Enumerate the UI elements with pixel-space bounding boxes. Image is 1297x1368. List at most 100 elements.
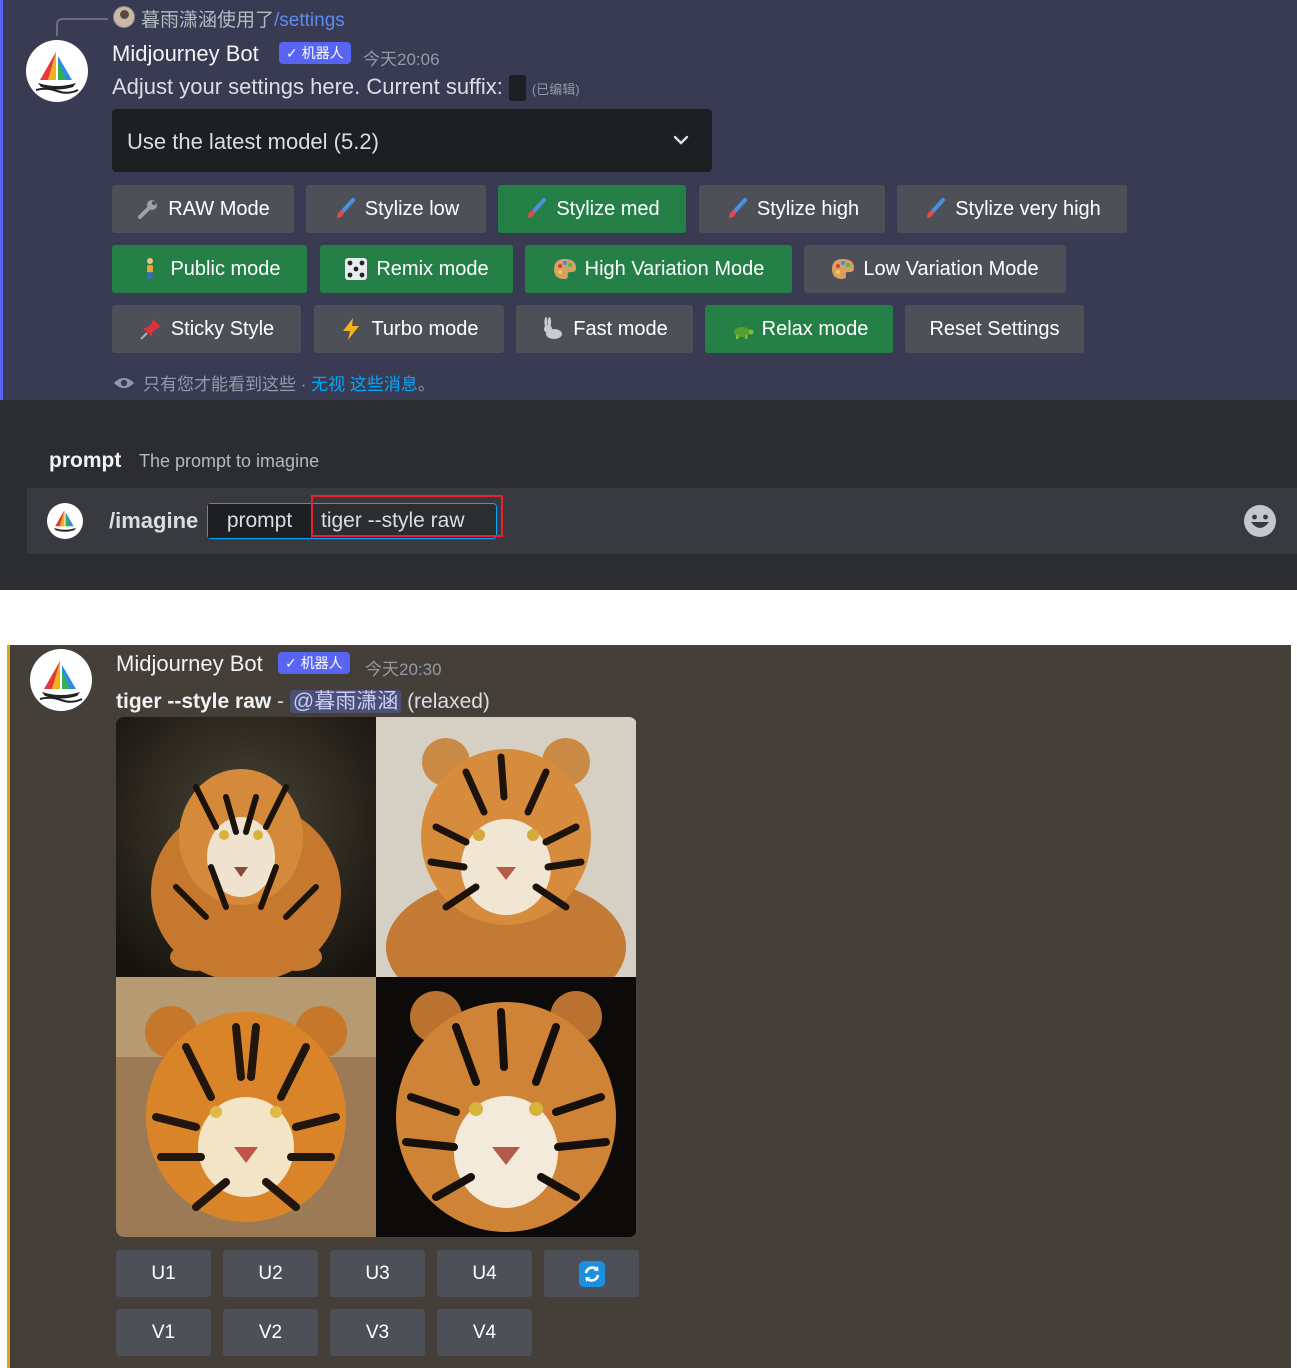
emoji-picker-icon[interactable] bbox=[1243, 504, 1277, 538]
midjourney-logo-icon bbox=[53, 509, 77, 532]
edited-label: (已编辑) bbox=[531, 82, 580, 97]
tiger-image-4[interactable] bbox=[376, 977, 636, 1237]
bot-avatar[interactable] bbox=[26, 40, 88, 102]
paintbrush-icon bbox=[923, 197, 947, 221]
message-timestamp: 今天20:06 bbox=[363, 50, 440, 69]
tiger-image-3[interactable] bbox=[116, 977, 376, 1237]
stylize-low-label: Stylize low bbox=[364, 197, 460, 220]
low-variation-label: Low Variation Mode bbox=[863, 257, 1039, 280]
stylize-med-label: Stylize med bbox=[556, 197, 660, 220]
prompt-line: tiger --style raw - @暮雨潇涵 (relaxed) bbox=[116, 685, 490, 715]
sticky-style-button[interactable]: Sticky Style bbox=[112, 305, 301, 353]
stylize-very-high-label: Stylize very high bbox=[955, 197, 1101, 220]
slash-command-name: /imagine bbox=[109, 508, 199, 533]
upscale-2-button[interactable]: U2 bbox=[223, 1250, 318, 1297]
midjourney-logo-icon bbox=[39, 661, 83, 703]
option-name: prompt bbox=[49, 449, 122, 472]
sticky-style-label: Sticky Style bbox=[170, 317, 275, 340]
prompt-text: tiger --style raw bbox=[116, 690, 272, 713]
upscale-3-button[interactable]: U3 bbox=[330, 1250, 425, 1297]
fast-mode-label: Fast mode bbox=[573, 317, 668, 340]
public-mode-button[interactable]: Public mode bbox=[112, 245, 307, 293]
upscale-1-button[interactable]: U1 bbox=[116, 1250, 211, 1297]
raw-mode-label: RAW Mode bbox=[168, 197, 270, 220]
pushpin-icon bbox=[139, 317, 163, 341]
result-message: Midjourney Bot ✓ 机器人 今天20:30 tiger --sty… bbox=[7, 645, 1291, 1368]
eye-icon bbox=[113, 375, 135, 391]
ephemeral-end: 。 bbox=[417, 375, 435, 394]
high-variation-label: High Variation Mode bbox=[584, 257, 765, 280]
relax-mode-button[interactable]: Relax mode bbox=[705, 305, 893, 353]
variation-3-button[interactable]: V3 bbox=[330, 1309, 425, 1356]
remix-mode-button[interactable]: Remix mode bbox=[320, 245, 513, 293]
palette-icon bbox=[553, 257, 577, 281]
reply-user-avatar[interactable] bbox=[113, 6, 135, 28]
command-option-hint: prompt The prompt to imagine bbox=[27, 436, 1297, 488]
chevron-down-icon bbox=[673, 135, 689, 145]
suffix-code-box bbox=[508, 75, 526, 102]
wrench-icon bbox=[136, 197, 160, 221]
user-mention[interactable]: @暮雨潇涵 bbox=[289, 690, 402, 713]
turbo-mode-label: Turbo mode bbox=[371, 317, 479, 340]
option-description: The prompt to imagine bbox=[139, 451, 320, 471]
reply-connector bbox=[56, 18, 108, 36]
raw-mode-button[interactable]: RAW Mode bbox=[112, 185, 294, 233]
tiger-image-1[interactable] bbox=[116, 717, 376, 977]
relax-mode-label: Relax mode bbox=[761, 317, 869, 340]
author-name[interactable]: Midjourney Bot bbox=[112, 41, 259, 67]
ephemeral-text: 只有您才能看到这些 · bbox=[143, 375, 312, 394]
remix-mode-label: Remix mode bbox=[376, 257, 489, 280]
model-select[interactable]: Use the latest model (5.2) bbox=[112, 109, 712, 172]
tiger-image-2[interactable] bbox=[376, 717, 636, 977]
reply-context: 暮雨潇涵使用了/settings bbox=[141, 5, 345, 32]
stylize-high-label: Stylize high bbox=[756, 197, 860, 220]
bot-tag: ✓ 机器人 bbox=[278, 652, 350, 674]
prompt-separator: - bbox=[271, 690, 290, 713]
palette-icon bbox=[831, 257, 855, 281]
message-input-bar[interactable]: /imagine prompt tiger --style raw bbox=[27, 488, 1297, 554]
author-name[interactable]: Midjourney Bot bbox=[116, 651, 263, 677]
fast-mode-button[interactable]: Fast mode bbox=[516, 305, 693, 353]
person-icon bbox=[138, 257, 162, 281]
turbo-mode-button[interactable]: Turbo mode bbox=[314, 305, 504, 353]
paintbrush-icon bbox=[725, 197, 749, 221]
lightning-icon bbox=[339, 317, 363, 341]
public-mode-label: Public mode bbox=[170, 257, 281, 280]
variation-1-button[interactable]: V1 bbox=[116, 1309, 211, 1356]
speed-mode: (relaxed) bbox=[407, 690, 490, 713]
refresh-icon bbox=[578, 1260, 605, 1287]
bot-avatar[interactable] bbox=[30, 649, 92, 711]
stylize-very-high-button[interactable]: Stylize very high bbox=[897, 185, 1127, 233]
upscale-4-button[interactable]: U4 bbox=[437, 1250, 532, 1297]
ephemeral-notice: 只有您才能看到这些 · 无视 这些消息。 bbox=[113, 370, 435, 395]
reply-command[interactable]: /settings bbox=[274, 10, 345, 31]
settings-description: Adjust your settings here. Current suffi… bbox=[112, 74, 580, 102]
stylize-low-button[interactable]: Stylize low bbox=[306, 185, 486, 233]
variation-2-button[interactable]: V2 bbox=[223, 1309, 318, 1356]
stylize-med-button[interactable]: Stylize med bbox=[498, 185, 686, 233]
variation-4-button[interactable]: V4 bbox=[437, 1309, 532, 1356]
settings-screenshot: 暮雨潇涵使用了/settings Midjourney Bot ✓ 机器人 今天… bbox=[0, 0, 1297, 590]
bot-app-icon bbox=[47, 503, 83, 539]
midjourney-logo-icon bbox=[35, 52, 79, 94]
rabbit-icon bbox=[541, 317, 565, 341]
bot-tag: ✓ 机器人 bbox=[279, 42, 351, 64]
low-variation-button[interactable]: Low Variation Mode bbox=[804, 245, 1066, 293]
high-variation-button[interactable]: High Variation Mode bbox=[525, 245, 792, 293]
prompt-option-key: prompt bbox=[208, 504, 312, 538]
settings-message: 暮雨潇涵使用了/settings Midjourney Bot ✓ 机器人 今天… bbox=[0, 0, 1297, 400]
stylize-high-button[interactable]: Stylize high bbox=[699, 185, 885, 233]
settings-text: Adjust your settings here. Current suffi… bbox=[112, 74, 503, 99]
model-select-value: Use the latest model (5.2) bbox=[127, 129, 379, 154]
dice-icon bbox=[344, 257, 368, 281]
reset-settings-button[interactable]: Reset Settings bbox=[905, 305, 1084, 353]
paintbrush-icon bbox=[333, 197, 357, 221]
turtle-icon bbox=[730, 317, 754, 341]
dismiss-message-link[interactable]: 无视 这些消息 bbox=[311, 375, 418, 394]
image-grid[interactable] bbox=[116, 717, 637, 1237]
reply-user-text: 暮雨潇涵使用了 bbox=[141, 10, 275, 31]
reset-settings-label: Reset Settings bbox=[929, 317, 1060, 340]
annotation-highlight-box bbox=[311, 495, 503, 537]
reroll-button[interactable] bbox=[544, 1250, 639, 1297]
paintbrush-icon bbox=[524, 197, 548, 221]
